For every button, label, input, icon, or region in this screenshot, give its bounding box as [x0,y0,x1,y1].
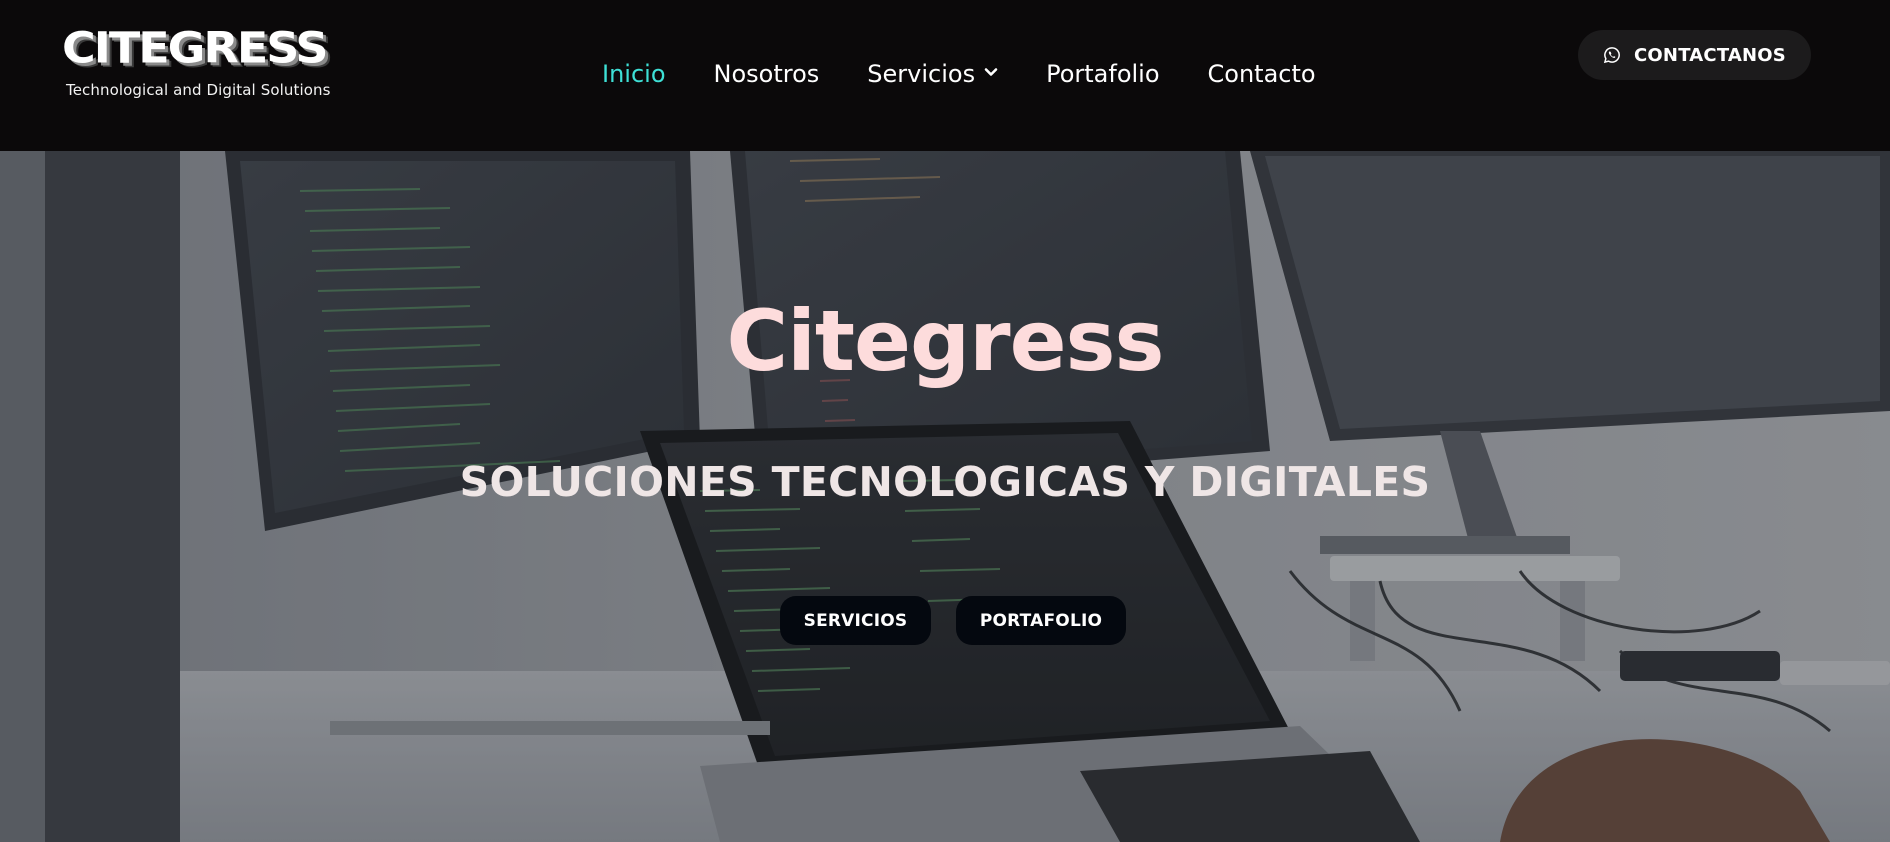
logo-tagline: Technological and Digital Solutions [66,81,331,99]
services-button[interactable]: SERVICIOS [780,596,931,645]
whatsapp-icon [1603,47,1620,64]
contact-button-label: CONTACTANOS [1634,44,1786,66]
nav-item-contacto[interactable]: Contacto [1208,60,1316,88]
portfolio-button[interactable]: PORTAFOLIO [956,596,1126,645]
nav-item-portafolio[interactable]: Portafolio [1046,60,1159,88]
logo-wordmark: CITEGRESS [62,23,328,73]
site-logo[interactable]: CITEGRESS Technological and Digital Solu… [62,24,332,104]
nav-item-servicios[interactable]: Servicios [867,60,998,88]
hero-title: Citegress [726,292,1164,390]
chevron-down-icon [984,68,998,76]
hero-subtitle: SOLUCIONES TECNOLOGICAS Y DIGITALES [459,458,1431,506]
contact-whatsapp-button[interactable]: CONTACTANOS [1578,30,1811,80]
nav-item-servicios-label: Servicios [867,60,976,88]
nav-item-inicio[interactable]: Inicio [602,60,666,88]
main-nav: Inicio Nosotros Servicios Portafolio Con… [602,56,1316,92]
hero-buttons: SERVICIOS PORTAFOLIO [780,596,1126,645]
nav-item-nosotros[interactable]: Nosotros [714,60,820,88]
site-header: CITEGRESS Technological and Digital Solu… [0,0,1890,151]
hero-section: Citegress SOLUCIONES TECNOLOGICAS Y DIGI… [0,151,1890,842]
